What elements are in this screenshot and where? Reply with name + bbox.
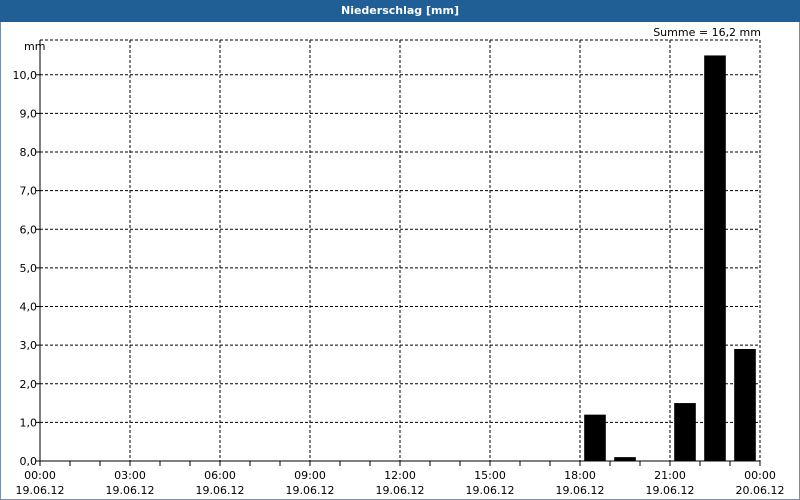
- x-tick-date-label: 19.06.12: [646, 484, 695, 497]
- x-tick-date-label: 19.06.12: [466, 484, 515, 497]
- y-axis-unit-label: mm: [24, 40, 45, 53]
- y-tick-label: 7,0: [20, 185, 38, 198]
- precipitation-bar: [704, 55, 726, 461]
- x-tick-time-label: 21:00: [654, 469, 686, 482]
- x-tick-date-label: 19.06.12: [196, 484, 245, 497]
- x-tick-time-label: 09:00: [294, 469, 326, 482]
- x-tick-date-label: 19.06.12: [376, 484, 425, 497]
- y-tick-label: 3,0: [20, 339, 38, 352]
- y-tick-label: 8,0: [20, 146, 38, 159]
- x-tick-time-label: 15:00: [474, 469, 506, 482]
- x-tick-time-label: 12:00: [384, 469, 416, 482]
- y-tick-label: 10,0: [13, 69, 38, 82]
- grid: [36, 39, 761, 466]
- x-tick-date-label: 19.06.12: [106, 484, 155, 497]
- precipitation-bar: [584, 414, 606, 461]
- precipitation-bar: [674, 403, 696, 461]
- y-tick-label: 9,0: [20, 107, 38, 120]
- y-tick-label: 2,0: [20, 378, 38, 391]
- x-tick-time-label: 03:00: [114, 469, 146, 482]
- precipitation-bar: [734, 348, 756, 461]
- y-tick-label: 4,0: [20, 301, 38, 314]
- precipitation-chart: 0,0 1,0 2,0 3,0 4,0 5,0 6,0 7,0 8,0 9,0 10,0 00:00 1…: [13, 26, 785, 497]
- y-tick-label: 5,0: [20, 262, 38, 275]
- x-tick-date-label: 20.06.12: [736, 484, 785, 497]
- tick-labels: 0,0 1,0 2,0 3,0 4,0 5,0 6,0 7,0 8,0 9,0 10,0 00:00 1…: [13, 69, 785, 497]
- x-tick-date-label: 19.06.12: [286, 484, 335, 497]
- precipitation-bar: [614, 457, 636, 461]
- x-tick-time-label: 00:00: [24, 469, 56, 482]
- y-tick-label: 0,0: [20, 455, 38, 468]
- sum-annotation: Summe = 16,2 mm: [653, 26, 761, 39]
- x-tick-date-label: 19.06.12: [16, 484, 65, 497]
- y-tick-label: 1,0: [20, 416, 38, 429]
- x-tick-time-label: 00:00: [744, 469, 776, 482]
- y-tick-label: 6,0: [20, 223, 38, 236]
- x-tick-time-label: 18:00: [564, 469, 596, 482]
- x-tick-time-label: 06:00: [204, 469, 236, 482]
- x-tick-date-label: 19.06.12: [556, 484, 605, 497]
